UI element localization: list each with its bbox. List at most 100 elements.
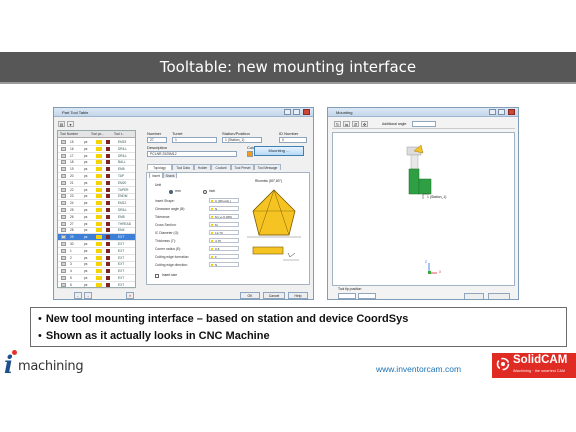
tool-row-icon (61, 282, 66, 287)
x-axis-label: X (439, 270, 442, 274)
tool-tip-x-field[interactable] (338, 293, 356, 299)
help-button[interactable]: Help (288, 292, 308, 299)
tab-tool-preset[interactable]: Tool Preset (231, 164, 254, 170)
subtab-insert[interactable]: Insert (149, 172, 163, 178)
tool-type-cell: EM4 (118, 228, 125, 233)
tool-number-cell: 17 (70, 153, 74, 158)
param-swatch-icon (211, 248, 213, 250)
mounting-button[interactable]: Mounting ... (254, 146, 304, 156)
grid-filter-icon[interactable]: ▾ (67, 121, 74, 127)
website-link[interactable]: www.inventorcam.com (376, 364, 461, 374)
move-icon[interactable]: ✥ (361, 121, 368, 127)
station-tag: 1 (Station_1) (427, 195, 447, 199)
mounting-cancel-button[interactable] (488, 293, 510, 299)
grid-header-tool-number[interactable]: Tool Number (60, 131, 78, 138)
holder-icon (106, 269, 110, 274)
tool-row-icon (61, 174, 66, 178)
tool-row-icon (61, 160, 66, 165)
tool-color-swatch (96, 194, 102, 199)
param-value-select[interactable]: M (+/-0.025) (209, 214, 239, 219)
maximize-button[interactable] (293, 109, 300, 115)
tool-color-swatch (96, 153, 102, 158)
unit-inch-label: inch (209, 189, 216, 193)
tool-type-cell: EXT (118, 255, 125, 260)
tool-type-cell: DRILL (118, 208, 128, 212)
mirror-icon[interactable]: ⇋ (343, 121, 350, 127)
mounting-ok-button[interactable] (464, 293, 484, 299)
additional-angle-label: Additional angle: (382, 122, 408, 126)
tool-position-cell: ps (84, 221, 88, 226)
holder-icon (106, 221, 110, 226)
param-value-select[interactable]: M (209, 222, 239, 227)
tab-tool-message[interactable]: Tool Message (254, 164, 281, 170)
tool-row-icon (61, 228, 66, 233)
tab-topology[interactable]: Topology (147, 164, 172, 170)
tool-color-swatch (96, 174, 102, 178)
prev-tool-button[interactable]: ← (74, 292, 82, 299)
tool-type-cell: EM8 (118, 214, 125, 219)
mounting-close-button[interactable] (508, 109, 515, 115)
mounting-viewport[interactable]: 1 (Station_1) Z X (332, 132, 515, 286)
cancel-button[interactable]: Cancel (263, 292, 285, 299)
param-value: C (Rhomb.) (215, 199, 231, 203)
holder-icon (106, 180, 110, 185)
flip-icon[interactable]: ⇵ (352, 121, 359, 127)
tool-number-cell: 5 (70, 276, 72, 280)
param-value-select[interactable]: N (209, 206, 239, 211)
tab-tool-data[interactable]: Tool Data (172, 164, 194, 170)
imachining-logo-i: i (4, 350, 14, 379)
additional-angle-field[interactable] (412, 121, 436, 127)
tool-type-cell: EM6 (118, 167, 125, 172)
tool-position-cell: ps (84, 235, 88, 240)
tab-coolant[interactable]: Coolant (211, 164, 231, 170)
param-value-select[interactable]: N (209, 262, 239, 267)
tool-row-icon (61, 194, 66, 199)
rotate-icon[interactable]: ↻ (334, 121, 341, 127)
param-value-select[interactable]: C (Rhomb.) (209, 198, 239, 203)
param-value-select[interactable]: 12.70 (209, 230, 239, 235)
tool-type-cell: EXT (118, 235, 125, 240)
tool-color-swatch (96, 167, 102, 172)
bullet-2: • Shown as it actually looks in CNC Machi… (38, 330, 270, 342)
grid-header-tool-position[interactable]: Tool po... (91, 131, 104, 138)
tool-row-icon (61, 140, 66, 144)
description-field[interactable]: PCLNR 2525M12 (147, 151, 237, 157)
minimize-button[interactable] (284, 109, 291, 115)
turret-field[interactable]: 1 (172, 137, 217, 143)
next-tool-button[interactable]: → (84, 292, 92, 299)
number-field[interactable]: 27 (147, 137, 167, 143)
holder-icon (106, 167, 110, 172)
param-value: M (+/-0.025) (215, 215, 232, 219)
param-value-select[interactable]: F (209, 254, 239, 259)
unit-inch-radio[interactable] (203, 190, 207, 194)
tool-row-icon (61, 180, 66, 185)
param-value-select[interactable]: 0.8 (209, 246, 239, 251)
tool-tip-z-field[interactable] (358, 293, 376, 299)
close-button[interactable] (303, 109, 310, 115)
holder-icon (106, 174, 110, 178)
tool-position-cell: ps (84, 194, 88, 199)
subtab-shank[interactable]: Shank (163, 172, 177, 178)
unit-mm-radio[interactable] (169, 190, 173, 194)
param-label: Clearance angle (B): (155, 207, 186, 211)
tool-number-cell: 3 (70, 262, 72, 267)
mounting-maximize-button[interactable] (498, 109, 505, 115)
bullet-2-text: Shown as it actually looks in CNC Machin… (45, 330, 270, 342)
color-swatch[interactable] (247, 151, 253, 157)
station-field[interactable]: 1 (Station_1) (222, 137, 262, 143)
tab-holder[interactable]: Holder (194, 164, 211, 170)
tool-position-cell: ps (84, 269, 88, 274)
ok-button[interactable]: OK (240, 292, 260, 299)
param-swatch-icon (211, 240, 213, 242)
param-value-select[interactable]: 4.76 (209, 238, 239, 243)
id-number-field[interactable]: 0 (279, 137, 307, 143)
mounting-minimize-button[interactable] (489, 109, 496, 115)
tool-color-swatch (96, 282, 102, 287)
insert-size-checkbox[interactable] (155, 274, 159, 278)
solidcam-swirl-icon (496, 357, 510, 371)
delete-tool-button[interactable]: ✕ (126, 292, 134, 299)
table-row[interactable]: 6 ps EXT (58, 282, 135, 289)
grid-tool-icon[interactable]: ▤ (58, 121, 65, 127)
grid-header-tool-type[interactable]: Tool t... (114, 131, 124, 138)
unit-label: Unit (155, 183, 162, 187)
